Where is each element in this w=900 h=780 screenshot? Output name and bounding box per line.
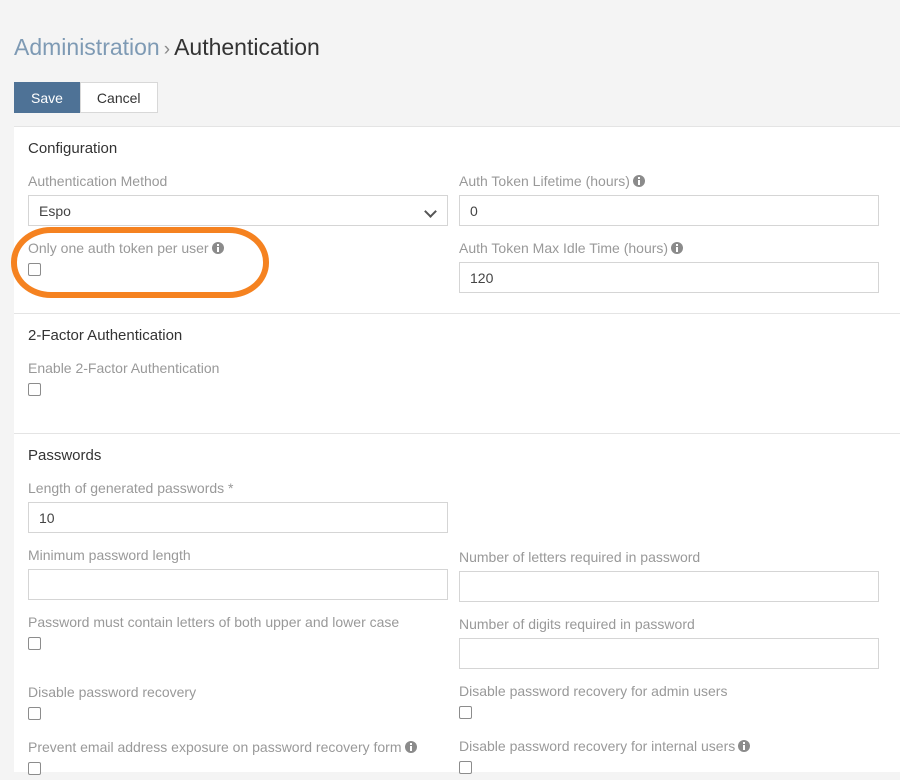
section-passwords: Passwords Length of generated passwords …: [14, 433, 900, 780]
field-label: Disable password recovery for admin user…: [459, 682, 886, 705]
field-label: Number of digits required in password: [459, 615, 886, 638]
field-label-text: Authentication Method: [28, 173, 168, 189]
section-title-passwords: Passwords: [28, 447, 102, 464]
field-label-text: Prevent email address exposure on passwo…: [28, 739, 402, 755]
field-auth-token-lifetime: Auth Token Lifetime (hours): [459, 159, 886, 226]
checkbox-wrap: [28, 706, 449, 725]
field-column-right: Number of letters required in password N…: [457, 466, 900, 780]
password-upper-lower-checkbox[interactable]: [28, 637, 41, 650]
section-title-two-factor: 2-Factor Authentication: [28, 327, 183, 344]
field-label: Length of generated passwords *: [28, 479, 449, 502]
breadcrumb: Administration › Authentication: [0, 0, 900, 65]
checkbox-wrap: [28, 262, 449, 281]
page-title: Authentication: [174, 34, 320, 60]
number-of-letters-required-input[interactable]: [459, 571, 879, 602]
field-authentication-method: Authentication Method Espo: [28, 159, 449, 226]
field-row: Enable 2-Factor Authentication: [14, 346, 900, 401]
checkbox-wrap: [459, 760, 886, 779]
section-two-factor-authentication: 2-Factor Authentication Enable 2-Factor …: [14, 313, 900, 433]
settings-panel: Configuration Authentication Method Espo…: [14, 126, 900, 775]
info-icon[interactable]: [671, 242, 684, 254]
info-icon[interactable]: [738, 740, 751, 752]
length-of-generated-passwords-input[interactable]: [28, 502, 448, 533]
disable-recovery-internal-checkbox[interactable]: [459, 761, 472, 774]
field-label: Password must contain letters of both up…: [28, 613, 449, 636]
field-label: Only one auth token per user: [28, 239, 449, 262]
field-length-of-generated-passwords: Length of generated passwords *: [28, 466, 449, 533]
field-label-text: Minimum password length: [28, 547, 191, 563]
minimum-password-length-input[interactable]: [28, 569, 448, 600]
checkbox-wrap: [459, 705, 886, 724]
breadcrumb-link-administration[interactable]: Administration: [14, 34, 160, 60]
field-enable-two-factor: Enable 2-Factor Authentication: [28, 346, 449, 401]
field-only-one-auth-token-per-user: Only one auth token per user: [28, 226, 449, 281]
field-disable-recovery-internal: Disable password recovery for internal u…: [459, 724, 886, 779]
field-prevent-email-exposure: Prevent email address exposure on passwo…: [28, 725, 449, 780]
disable-password-recovery-checkbox[interactable]: [28, 707, 41, 720]
info-icon[interactable]: [211, 242, 224, 254]
field-row: Length of generated passwords * Minimum …: [14, 466, 900, 780]
section-title-configuration: Configuration: [28, 140, 118, 157]
field-label: Disable password recovery: [28, 683, 449, 706]
field-column-left: Length of generated passwords * Minimum …: [14, 466, 457, 780]
field-label-text: Enable 2-Factor Authentication: [28, 360, 220, 376]
field-label-text: Length of generated passwords *: [28, 480, 234, 496]
info-icon[interactable]: [632, 175, 645, 187]
field-column-left: Authentication Method Espo Only one auth…: [14, 159, 457, 293]
field-label: Disable password recovery for internal u…: [459, 737, 886, 760]
auth-token-max-idle-time-input[interactable]: [459, 262, 879, 293]
field-column-right: Auth Token Lifetime (hours) Auth Token M…: [457, 159, 900, 293]
field-label-text: Disable password recovery: [28, 684, 197, 700]
field-column-right: [457, 346, 900, 401]
authentication-method-select[interactable]: Espo: [28, 195, 448, 226]
field-disable-recovery-admin: Disable password recovery for admin user…: [459, 669, 886, 724]
only-one-auth-token-per-user-checkbox[interactable]: [28, 263, 41, 276]
field-label: Prevent email address exposure on passwo…: [28, 738, 449, 761]
field-label-text: Auth Token Max Idle Time (hours): [459, 240, 669, 256]
field-label: Minimum password length: [28, 546, 449, 569]
number-of-digits-required-input[interactable]: [459, 638, 879, 669]
section-configuration: Configuration Authentication Method Espo…: [14, 126, 900, 313]
cancel-button[interactable]: Cancel: [79, 82, 158, 113]
field-label: Number of letters required in password: [459, 548, 886, 571]
field-number-of-letters-required: Number of letters required in password: [459, 466, 886, 602]
select-value: Espo: [39, 202, 71, 219]
chevron-down-icon: [426, 207, 437, 214]
checkbox-wrap: [28, 382, 449, 401]
field-label-text: Disable password recovery for admin user…: [459, 683, 728, 699]
field-label-text: Disable password recovery for internal u…: [459, 738, 736, 754]
field-label-text: Number of digits required in password: [459, 616, 695, 632]
auth-token-lifetime-input[interactable]: [459, 195, 879, 226]
checkbox-wrap: [28, 636, 449, 655]
checkbox-wrap: [28, 761, 449, 780]
prevent-email-exposure-checkbox[interactable]: [28, 762, 41, 775]
action-button-row: Save Cancel: [14, 82, 900, 113]
field-label-text: Password must contain letters of both up…: [28, 614, 400, 630]
field-label: Authentication Method: [28, 172, 449, 195]
breadcrumb-separator: ›: [163, 39, 171, 60]
save-button[interactable]: Save: [14, 82, 80, 113]
field-label-text: Number of letters required in password: [459, 549, 701, 565]
field-row: Authentication Method Espo Only one auth…: [14, 159, 900, 293]
field-password-must-contain-upper-lower: Password must contain letters of both up…: [28, 600, 449, 655]
field-label: Auth Token Lifetime (hours): [459, 172, 886, 195]
field-label: Enable 2-Factor Authentication: [28, 359, 449, 382]
field-number-of-digits-required: Number of digits required in password: [459, 602, 886, 669]
disable-recovery-admin-checkbox[interactable]: [459, 706, 472, 719]
field-column-left: Enable 2-Factor Authentication: [14, 346, 457, 401]
info-icon[interactable]: [404, 741, 417, 753]
field-minimum-password-length: Minimum password length: [28, 533, 449, 600]
field-label-text: Only one auth token per user: [28, 240, 209, 256]
field-label-text: Auth Token Lifetime (hours): [459, 173, 630, 189]
field-disable-password-recovery: Disable password recovery: [28, 655, 449, 725]
enable-two-factor-checkbox[interactable]: [28, 383, 41, 396]
field-auth-token-max-idle-time: Auth Token Max Idle Time (hours): [459, 226, 886, 293]
field-label: Auth Token Max Idle Time (hours): [459, 239, 886, 262]
